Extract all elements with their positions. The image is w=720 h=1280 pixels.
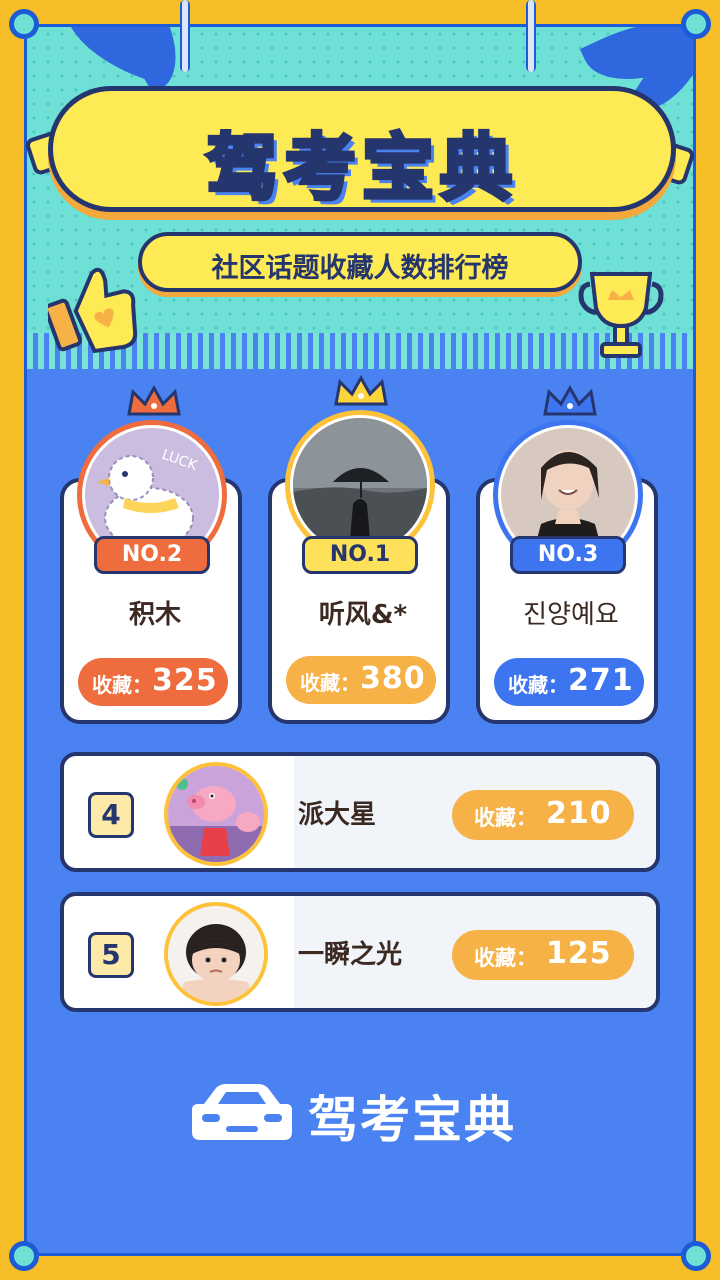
crown-icon: [334, 374, 388, 406]
crown-icon: [543, 384, 597, 416]
corner-dot: [681, 1241, 711, 1271]
score-pill: 收藏： 325: [78, 658, 228, 706]
pig-avatar-icon: [168, 766, 264, 862]
banner-rope: [526, 0, 536, 72]
score-label: 收藏：: [474, 946, 537, 970]
title-banner: 驾考宝典: [48, 86, 676, 212]
footer-brand: 驾考宝典: [190, 1080, 534, 1150]
score-label: 收藏：: [300, 671, 360, 695]
child-avatar: [164, 902, 268, 1006]
score-label: 收藏：: [474, 806, 537, 830]
rank-tag: NO.1: [302, 536, 418, 574]
score-value: 380: [360, 661, 426, 696]
score-value: 325: [152, 663, 218, 698]
corner-dot: [9, 1241, 39, 1271]
umbrella-avatar-icon: [293, 418, 427, 552]
trophy-icon: [578, 272, 664, 358]
score-pill: 收藏： 380: [286, 656, 436, 704]
score-value: 271: [568, 663, 634, 698]
car-icon: [192, 1084, 292, 1140]
subtitle-pill: 社区话题收藏人数排行榜: [138, 232, 582, 292]
corner-dot: [681, 9, 711, 39]
list-item-4[interactable]: 4 派大星 收藏： 210: [60, 752, 660, 872]
row-name: 派大星: [298, 800, 377, 830]
page-subtitle: 社区话题收藏人数排行榜: [211, 253, 509, 284]
crown-icon: [127, 384, 181, 416]
corner-dot: [9, 9, 39, 39]
rank-number: 5: [88, 932, 134, 978]
podium-name: 积木: [128, 600, 181, 630]
row-name: 一瞬之光: [298, 940, 403, 970]
footer-brand-name: 驾考宝典: [308, 1091, 516, 1149]
score-value: 210: [546, 796, 612, 831]
score-pill: 收藏： 271: [494, 658, 644, 706]
score-label: 收藏：: [508, 673, 568, 697]
podium-name: 진양예요: [523, 600, 619, 630]
banner-rope: [180, 0, 190, 72]
rank-tag: NO.2: [94, 536, 210, 574]
page-title: 驾考宝典: [204, 124, 518, 212]
child-avatar-icon: [168, 906, 264, 1002]
thumbs-up-icon: [48, 267, 138, 354]
pig-avatar: [164, 762, 268, 866]
score-pill: 收藏： 125: [452, 930, 634, 980]
score-pill: 收藏： 210: [452, 790, 634, 840]
rank-number: 4: [88, 792, 134, 838]
list-item-5[interactable]: 5 一瞬之光 收藏： 125: [60, 892, 660, 1012]
podium-name: 听风&*: [318, 600, 408, 630]
rank-tag: NO.3: [510, 536, 626, 574]
score-value: 125: [546, 936, 612, 971]
score-label: 收藏：: [92, 673, 152, 697]
